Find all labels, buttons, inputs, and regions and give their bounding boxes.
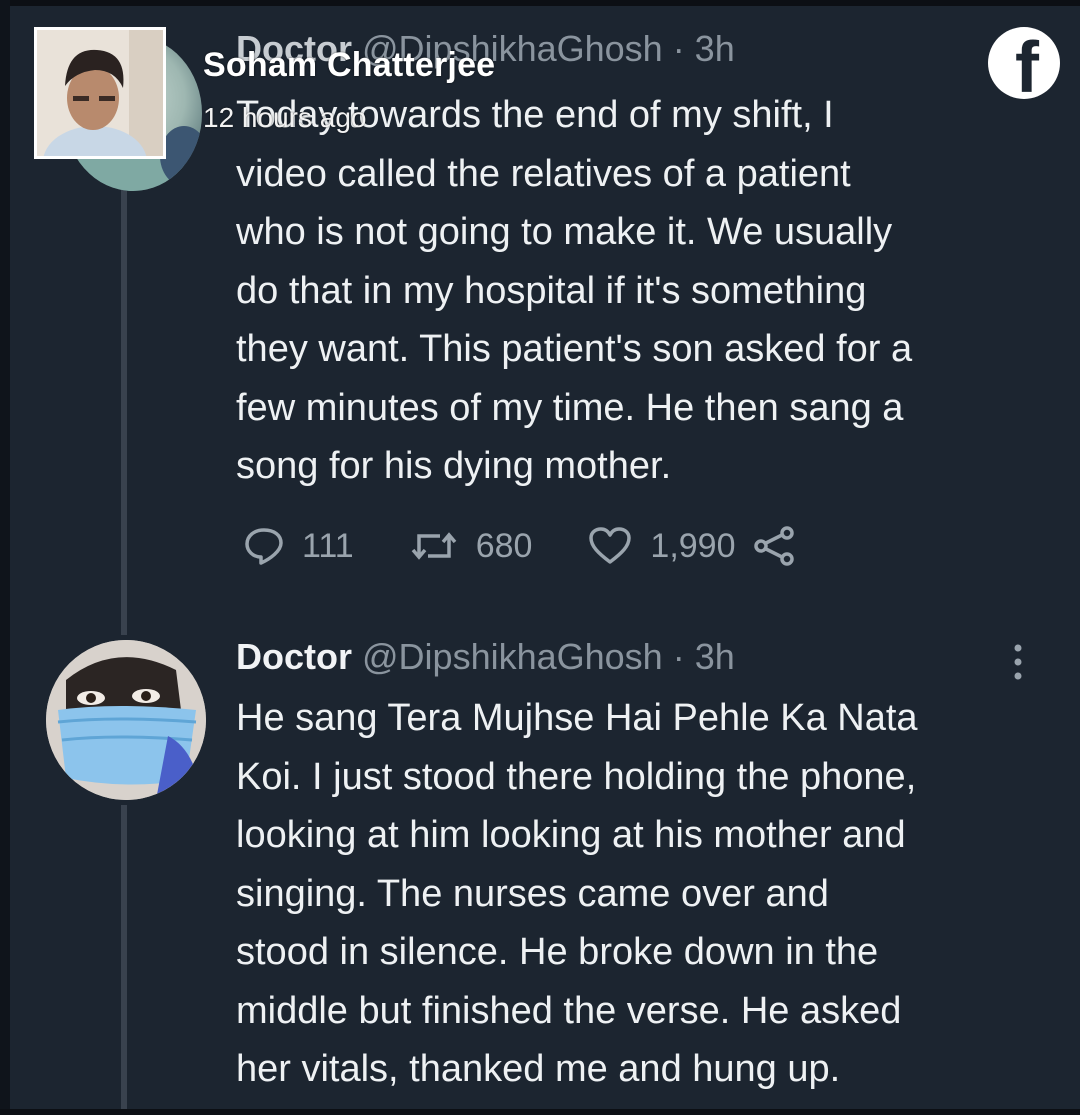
tweet-line: song for his dying mother. bbox=[236, 445, 672, 487]
tweet-line: her vitals, thanked me and hung up. bbox=[236, 1048, 841, 1090]
tweet2-time[interactable]: · 3h bbox=[673, 636, 735, 677]
retweet-count: 680 bbox=[475, 526, 533, 565]
tweet-line: He sang Tera Mujhse Hai Pehle Ka Nata bbox=[236, 697, 918, 739]
tweet2-header: Doctor @DipshikhaGhosh · 3h bbox=[236, 636, 735, 678]
tweet2-text: He sang Tera Mujhse Hai Pehle Ka Nata Ko… bbox=[236, 689, 1056, 1099]
thread-line bbox=[121, 805, 127, 1115]
fb-profile-picture[interactable] bbox=[34, 27, 166, 159]
tweet-line: singing. The nurses came over and bbox=[236, 872, 829, 915]
more-vertical-icon[interactable] bbox=[1012, 642, 1024, 682]
thread-line bbox=[121, 185, 127, 635]
heart-icon bbox=[589, 527, 632, 564]
left-edge bbox=[0, 0, 10, 1115]
tweet1-action-bar: 111 680 1,990 bbox=[244, 524, 944, 568]
tweet-line: few minutes of my time. He then sang a bbox=[236, 386, 904, 429]
facebook-icon: f bbox=[988, 27, 1060, 99]
share-icon bbox=[753, 526, 794, 566]
tweet2-display-name[interactable]: Doctor bbox=[236, 636, 352, 677]
retweet-icon bbox=[411, 532, 457, 560]
tweet-line: they want. This patient's son asked for … bbox=[236, 328, 913, 370]
like-count: 1,990 bbox=[650, 526, 736, 565]
retweet-button[interactable]: 680 bbox=[410, 526, 533, 566]
tweet-line: video called the relatives of a patient bbox=[236, 152, 851, 195]
fb-post-time[interactable]: 12 hours ago bbox=[203, 102, 366, 134]
fb-author-name[interactable]: Soham Chatterjee bbox=[203, 46, 495, 85]
tweet-line: Koi. I just stood there holding the phon… bbox=[236, 755, 917, 798]
like-button[interactable]: 1,990 bbox=[588, 526, 736, 566]
top-edge bbox=[0, 0, 1080, 6]
tweet-line: looking at him looking at his mother and bbox=[236, 814, 906, 856]
bottom-edge bbox=[0, 1109, 1080, 1115]
tweet2-handle[interactable]: @DipshikhaGhosh bbox=[362, 636, 663, 677]
tweet-line: middle but finished the verse. He asked bbox=[236, 989, 902, 1032]
tweet-line: do that in my hospital if it's something bbox=[236, 269, 867, 312]
screenshot-frame: Doctor @DipshikhaGhosh · 3h Today toward… bbox=[0, 0, 1080, 1115]
reply-icon bbox=[245, 528, 283, 565]
tweet-line: stood in silence. He broke down in the bbox=[236, 931, 879, 973]
reply-count: 111 bbox=[302, 526, 354, 565]
profile-photo bbox=[37, 30, 163, 156]
tweet-line: who is not going to make it. We usually bbox=[236, 211, 893, 253]
reply-button[interactable]: 111 bbox=[244, 526, 354, 566]
tweet2-avatar[interactable] bbox=[46, 640, 206, 800]
tweet1-text: Today towards the end of my shift, I vid… bbox=[236, 86, 1056, 496]
share-button[interactable] bbox=[752, 525, 814, 567]
